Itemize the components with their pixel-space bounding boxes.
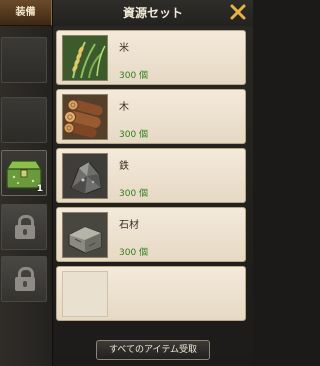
- resource-name: 木: [119, 102, 129, 113]
- wood-logs-icon: [62, 94, 108, 140]
- close-x-icon[interactable]: [229, 3, 247, 21]
- equipment-slot-locked: [1, 256, 47, 302]
- receive-all-items-button[interactable]: すべてのアイテム受取: [96, 340, 210, 360]
- app-window: 装備 1 資源セット 米 300 個 木 300 個 鉄 300 個 石材 30…: [0, 0, 253, 366]
- equipment-slot-chest[interactable]: 1: [1, 150, 47, 196]
- resource-name: 米: [119, 43, 129, 54]
- resource-name: 石材: [119, 220, 139, 231]
- resource-row-empty: [56, 266, 246, 321]
- iron-ore-icon: [62, 153, 108, 199]
- resource-row-wood[interactable]: 木 300 個: [56, 89, 246, 144]
- dialog-title: 資源セット: [122, 6, 183, 20]
- dialog-header: 資源セット: [53, 0, 253, 26]
- equipment-slot-empty[interactable]: [1, 37, 47, 83]
- resource-row-stone[interactable]: 石材 300 個: [56, 207, 246, 262]
- resource-row-rice[interactable]: 米 300 個: [56, 30, 246, 85]
- rice-icon: [62, 35, 108, 81]
- lock-icon: [15, 215, 35, 239]
- lock-icon: [15, 267, 35, 291]
- equipment-slot-empty[interactable]: [1, 97, 47, 143]
- resource-quantity: 300 個: [119, 189, 149, 199]
- resource-row-iron[interactable]: 鉄 300 個: [56, 148, 246, 203]
- empty-item-slot: [62, 271, 108, 317]
- resource-quantity: 300 個: [119, 71, 149, 81]
- equipment-sidebar: 装備 1: [0, 0, 53, 366]
- resource-quantity: 300 個: [119, 248, 149, 258]
- resource-quantity: 300 個: [119, 130, 149, 140]
- equipment-tab[interactable]: 装備: [0, 0, 52, 26]
- resource-name: 鉄: [119, 161, 129, 172]
- equipment-slot-locked: [1, 204, 47, 250]
- slot-item-count: 1: [36, 184, 43, 194]
- stone-block-icon: [62, 212, 108, 258]
